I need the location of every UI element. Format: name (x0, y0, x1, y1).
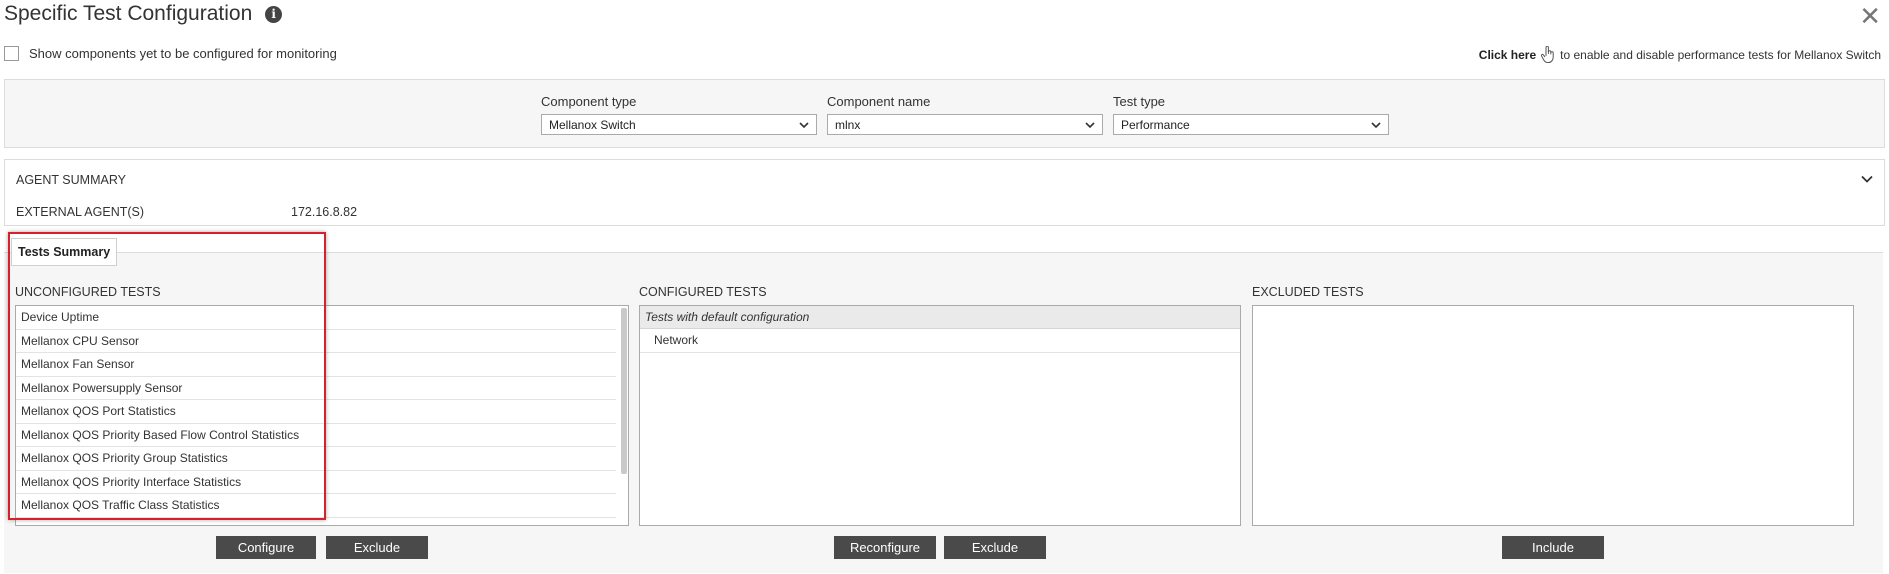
page-title: Specific Test Configuration i (4, 2, 283, 26)
click-here-note: Click here to enable and disable perform… (1479, 46, 1881, 64)
component-type-value: Mellanox Switch (549, 118, 636, 132)
exclude-configured-button[interactable]: Exclude (944, 536, 1046, 559)
test-type-value: Performance (1121, 118, 1190, 132)
click-here-suffix: to enable and disable performance tests … (1560, 48, 1881, 62)
show-unconfigured-checkbox-row[interactable]: Show components yet to be configured for… (4, 46, 337, 61)
component-type-select[interactable]: Mellanox Switch (541, 114, 817, 135)
chevron-down-icon (1371, 122, 1381, 129)
close-icon[interactable]: ✕ (1859, 3, 1881, 29)
component-name-value: mlnx (835, 118, 861, 132)
test-type-label: Test type (1113, 94, 1166, 109)
show-unconfigured-checkbox[interactable] (4, 46, 19, 61)
include-button[interactable]: Include (1502, 536, 1604, 559)
click-here-link[interactable]: Click here (1479, 48, 1536, 62)
component-name-label: Component name (827, 94, 931, 109)
external-agents-label: EXTERNAL AGENT(S) (16, 205, 145, 219)
page-title-text: Specific Test Configuration (4, 2, 253, 25)
filter-panel: Component type Mellanox Switch Component… (4, 79, 1885, 148)
test-type-select[interactable]: Performance (1113, 114, 1389, 135)
exclude-button[interactable]: Exclude (326, 536, 428, 559)
scrollbar[interactable] (621, 308, 627, 474)
highlight-box (8, 232, 326, 520)
reconfigure-button[interactable]: Reconfigure (834, 536, 936, 559)
configured-tests-title: CONFIGURED TESTS (639, 285, 767, 299)
chevron-down-icon (799, 122, 809, 129)
component-name-select[interactable]: mlnx (827, 114, 1103, 135)
show-unconfigured-label: Show components yet to be configured for… (29, 46, 337, 61)
excluded-tests-list[interactable] (1252, 305, 1854, 526)
component-type-label: Component type (541, 94, 637, 109)
chevron-down-icon[interactable] (1860, 172, 1874, 186)
configured-group-header: Tests with default configuration (640, 306, 1240, 329)
external-agents-value: 172.16.8.82 (291, 205, 358, 219)
agent-summary-title: AGENT SUMMARY (16, 173, 126, 187)
list-item[interactable]: Network (640, 329, 1240, 353)
configure-button[interactable]: Configure (216, 536, 316, 559)
excluded-tests-title: EXCLUDED TESTS (1252, 285, 1364, 299)
hand-pointer-icon (1541, 46, 1554, 63)
agent-summary-panel: AGENT SUMMARY EXTERNAL AGENT(S) 172.16.8… (4, 159, 1885, 226)
info-icon[interactable]: i (265, 6, 283, 23)
configured-tests-list[interactable]: Tests with default configuration Network (639, 305, 1241, 526)
chevron-down-icon (1085, 122, 1095, 129)
